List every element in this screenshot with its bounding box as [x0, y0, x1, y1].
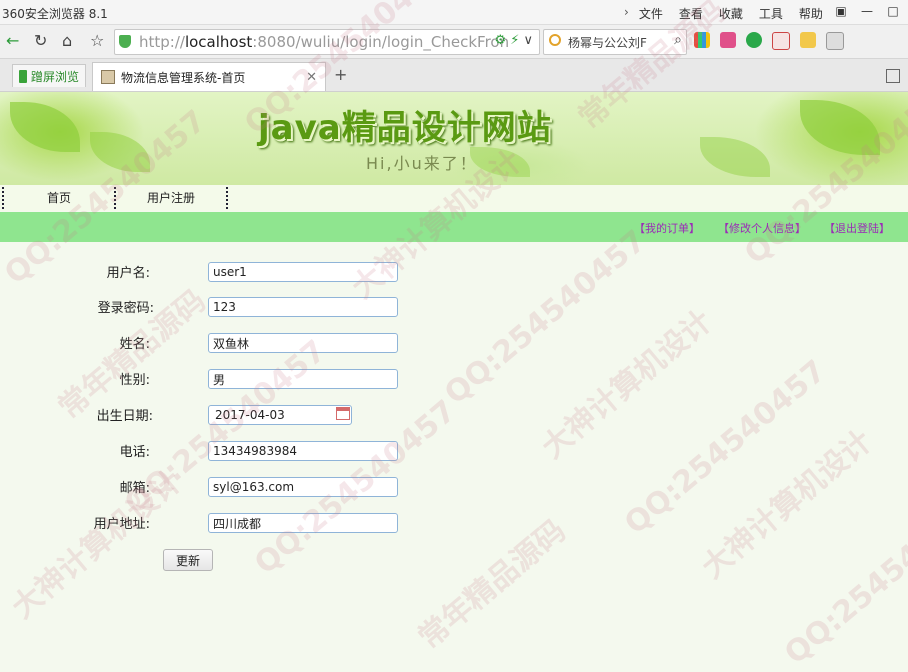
name-input[interactable] — [208, 333, 398, 353]
nav-register[interactable]: 用户注册 — [116, 185, 226, 211]
menu-favorites[interactable]: 收藏 — [719, 5, 743, 22]
phone-icon — [19, 69, 27, 83]
page-favicon — [101, 70, 115, 84]
address-input[interactable] — [208, 513, 398, 533]
search-engine-icon[interactable] — [549, 34, 561, 46]
new-tab-icon[interactable]: + — [334, 65, 347, 84]
user-bar: 【我的订单】 【修改个人信息】 【退出登陆】 — [0, 212, 908, 242]
site-subtitle: Hi,小u来了！ — [366, 154, 478, 173]
email-input[interactable] — [208, 477, 398, 497]
close-icon[interactable]: ✕ — [306, 70, 317, 85]
password-input[interactable] — [208, 297, 398, 317]
address-label: 用户地址: — [93, 517, 150, 532]
calendar-icon[interactable] — [336, 407, 350, 420]
nav-separator — [226, 187, 228, 209]
apps-icon[interactable] — [694, 32, 710, 48]
leaf-decoration — [700, 137, 770, 177]
app-title: 360安全浏览器 8.1 — [2, 7, 108, 21]
tab-side-screen[interactable]: 蹭屏浏览 — [12, 64, 87, 87]
security-icon[interactable] — [746, 32, 762, 48]
page-content: java精品设计网站 Hi,小u来了！ 首页 用户注册 【我的订单】 【修改个人… — [0, 92, 908, 640]
logout-link[interactable]: 【退出登陆】 — [824, 220, 890, 236]
menu-file[interactable]: 文件 — [639, 5, 663, 22]
top-menu: › 文件 查看 收藏 工具 帮助 — [624, 5, 839, 22]
search-input[interactable] — [566, 32, 666, 52]
title-bar: 360安全浏览器 8.1 › 文件 查看 收藏 工具 帮助 ▣ — □ — [0, 0, 908, 25]
phone-label: 电话: — [119, 445, 150, 460]
nav-home[interactable]: 首页 — [4, 185, 114, 211]
image-icon[interactable] — [826, 32, 844, 50]
back-icon[interactable]: ← — [6, 31, 19, 50]
my-orders-link[interactable]: 【我的订单】 — [634, 220, 700, 236]
email-label: 邮箱: — [119, 481, 150, 496]
lightning-icon[interactable]: ⚙ ⚡ ∨ — [494, 33, 533, 48]
url-field[interactable]: http://localhost:8080/wuliu/login/login_… — [114, 29, 540, 55]
maximize-icon[interactable]: □ — [884, 3, 902, 19]
gender-label: 性别: — [119, 373, 150, 388]
tab-bar: 蹭屏浏览 物流信息管理系统-首页 ✕ + — [0, 59, 908, 92]
password-label: 登录密码: — [97, 301, 154, 316]
gender-input[interactable] — [208, 369, 398, 389]
username-input[interactable] — [208, 262, 398, 282]
leaf-decoration — [800, 100, 880, 155]
screenshot-icon[interactable] — [800, 32, 816, 48]
menu-view[interactable]: 查看 — [679, 5, 703, 22]
search-box[interactable]: ⌕ — [543, 29, 687, 55]
profile-form: 用户名: 登录密码: 姓名: 性别: 出生日期: 电话: 邮箱: 用户地址: 更… — [0, 242, 908, 640]
site-banner: java精品设计网站 Hi,小u来了！ — [0, 92, 908, 185]
update-button[interactable]: 更新 — [163, 549, 213, 571]
shirt-icon[interactable]: ▣ — [832, 3, 850, 19]
menu-tools[interactable]: 工具 — [759, 5, 783, 22]
minimize-icon[interactable]: — — [858, 3, 876, 19]
birth-date-label: 出生日期: — [96, 409, 153, 424]
leaf-decoration — [90, 132, 150, 172]
home-icon[interactable]: ⌂ — [62, 31, 72, 50]
user-links: 【我的订单】 【修改个人信息】 【退出登陆】 — [634, 220, 890, 236]
tab-active[interactable]: 物流信息管理系统-首页 ✕ — [92, 62, 326, 91]
name-label: 姓名: — [119, 337, 150, 352]
menu-help[interactable]: 帮助 — [799, 5, 823, 22]
extension-pink-icon[interactable] — [720, 32, 736, 48]
chevron-right-icon[interactable]: › — [624, 5, 629, 22]
star-icon[interactable]: ☆ — [90, 31, 104, 50]
url-text[interactable]: http://localhost:8080/wuliu/login/login_… — [139, 33, 509, 51]
address-bar: ← ↻ ⌂ ☆ http://localhost:8080/wuliu/logi… — [0, 25, 908, 59]
translate-icon[interactable] — [772, 32, 790, 50]
tab-list-icon[interactable] — [886, 69, 900, 83]
shield-icon — [119, 35, 131, 48]
window-controls: ▣ — □ — [832, 3, 902, 19]
tab-title: 物流信息管理系统-首页 — [121, 70, 246, 85]
extension-icons — [694, 32, 844, 50]
edit-profile-link[interactable]: 【修改个人信息】 — [718, 220, 806, 236]
tab-side-screen-label: 蹭屏浏览 — [31, 69, 80, 84]
leaf-decoration — [10, 102, 80, 152]
phone-input[interactable] — [208, 441, 398, 461]
refresh-icon[interactable]: ↻ — [34, 31, 47, 50]
main-nav: 首页 用户注册 — [0, 185, 908, 211]
birth-date-input[interactable] — [208, 405, 352, 425]
site-title: java精品设计网站 — [258, 108, 552, 148]
leaf-decoration — [470, 147, 530, 177]
search-icon[interactable]: ⌕ — [674, 32, 682, 48]
username-label: 用户名: — [106, 266, 150, 281]
